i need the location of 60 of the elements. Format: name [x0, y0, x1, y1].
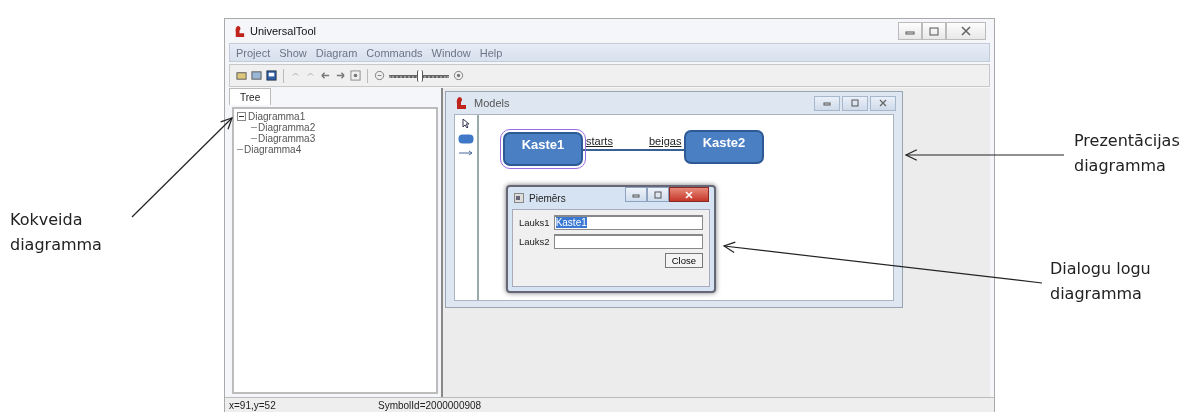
- menu-item[interactable]: Window: [431, 46, 471, 59]
- menu-item[interactable]: Diagram: [315, 46, 358, 59]
- tree-item[interactable]: Diagramma3: [258, 133, 316, 144]
- rounded-box-icon[interactable]: [458, 134, 474, 144]
- zoom-slider[interactable]: [389, 68, 449, 83]
- minimize-button[interactable]: [814, 95, 840, 111]
- maximize-icon: [929, 26, 939, 36]
- annotation-label: Dialogu logu diagramma: [1050, 258, 1152, 305]
- tree-item[interactable]: Diagramma2: [258, 122, 316, 133]
- maximize-button[interactable]: [842, 95, 868, 111]
- pointer-icon[interactable]: [461, 118, 471, 129]
- minimize-button[interactable]: [625, 187, 647, 202]
- diagram-node[interactable]: Kaste2: [684, 130, 764, 164]
- forward-arrow-icon[interactable]: [335, 70, 346, 81]
- folder-icon[interactable]: [236, 70, 247, 81]
- window-icon: [514, 193, 524, 203]
- menu-item[interactable]: Project: [236, 46, 271, 59]
- maximize-icon: [850, 99, 860, 107]
- annotation-label: Prezentācijas diagramma: [1074, 130, 1181, 177]
- status-text: x=91,y=52: [229, 399, 277, 411]
- minimize-icon: [822, 99, 832, 107]
- maximize-icon: [653, 190, 663, 199]
- back-arrow-icon[interactable]: [320, 70, 331, 81]
- minimize-button[interactable]: [898, 22, 922, 40]
- edge-label: starts: [586, 135, 613, 147]
- app-logo-icon: [233, 24, 246, 38]
- menu-item[interactable]: Commands: [366, 46, 423, 59]
- folder-icon[interactable]: [251, 70, 262, 81]
- input-field[interactable]: Kaste1: [553, 215, 703, 230]
- close-button[interactable]: [946, 22, 986, 40]
- status-text: SymbolId=2000000908: [378, 399, 482, 411]
- close-button[interactable]: Close: [664, 253, 703, 268]
- window-title: UniversalTool: [250, 25, 317, 37]
- field-label: Lauks2: [519, 236, 550, 247]
- menu-item[interactable]: Show: [279, 46, 307, 59]
- maximize-button[interactable]: [922, 22, 946, 40]
- diagram-node[interactable]: Kaste1: [503, 132, 583, 166]
- maximize-button[interactable]: [647, 187, 669, 202]
- close-button[interactable]: [669, 187, 709, 202]
- save-icon[interactable]: [266, 70, 277, 81]
- tab[interactable]: Tree: [229, 88, 272, 105]
- fit-icon[interactable]: [350, 70, 361, 81]
- field-label: Lauks1: [519, 217, 550, 228]
- close-icon: [878, 99, 888, 107]
- close-button[interactable]: [870, 95, 896, 111]
- minus-icon[interactable]: [237, 112, 246, 121]
- menu-item[interactable]: Help: [479, 46, 503, 59]
- close-icon: [684, 190, 694, 199]
- tree-item[interactable]: Diagramma1: [248, 111, 306, 122]
- zoom-in-icon[interactable]: [453, 70, 464, 81]
- edge-label: beigas: [649, 135, 682, 147]
- window-title: Models: [474, 97, 510, 109]
- tree-item[interactable]: Diagramma4: [244, 144, 302, 155]
- arrow-icon[interactable]: [458, 149, 474, 157]
- zoom-out-icon[interactable]: [374, 70, 385, 81]
- dialog-title: Piemērs: [529, 192, 566, 204]
- annotation-label: Kokveida diagramma: [10, 209, 103, 256]
- input-field[interactable]: [553, 234, 703, 249]
- close-icon: [960, 26, 972, 36]
- app-logo-icon: [454, 96, 468, 110]
